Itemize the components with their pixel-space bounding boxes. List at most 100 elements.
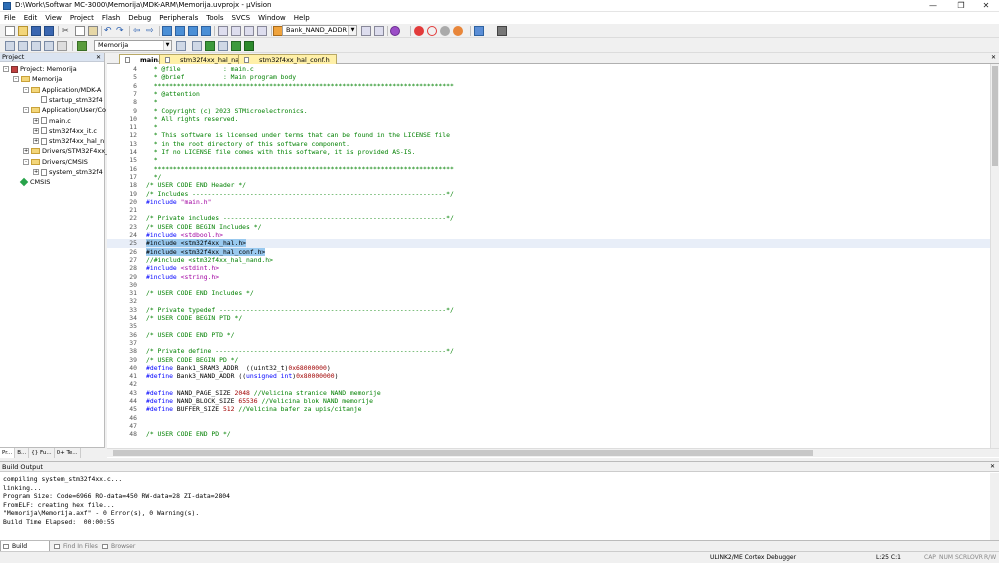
restore-icon[interactable]: ❐: [948, 0, 974, 12]
code-line[interactable]: 47: [107, 422, 995, 430]
breakpoint-icon[interactable]: [414, 26, 424, 36]
menu-flash[interactable]: Flash: [98, 12, 124, 24]
menu-peripherals[interactable]: Peripherals: [155, 12, 202, 24]
vertical-scrollbar[interactable]: [990, 64, 999, 448]
code-line[interactable]: 13 * in the root directory of this softw…: [107, 140, 995, 148]
target-combo[interactable]: Bank_NAND_ADDR ▼: [282, 25, 357, 36]
code-line[interactable]: 41 #define Bank3_NAND_ADDR ((unsigned int…: [107, 372, 995, 380]
code-line[interactable]: 32: [107, 297, 995, 305]
collapse-icon[interactable]: -: [23, 107, 29, 114]
tree-item[interactable]: CMSIS: [13, 177, 50, 187]
code-line[interactable]: 48 /* USER CODE END PD */: [107, 430, 995, 438]
code-line[interactable]: 5 * @brief : Main program body: [107, 73, 995, 81]
minimize-icon[interactable]: —: [920, 0, 946, 12]
window-layout-icon[interactable]: [474, 26, 484, 36]
find-in-files-icon[interactable]: [361, 26, 371, 36]
menu-window[interactable]: Window: [254, 12, 290, 24]
code-line[interactable]: 39 /* USER CODE BEGIN PD */: [107, 356, 995, 364]
code-line[interactable]: 44 #define NAND_BLOCK_SIZE 65536 //Velici…: [107, 397, 995, 405]
disable-all-breakpoints-icon[interactable]: [440, 26, 450, 36]
expand-icon[interactable]: +: [33, 138, 39, 145]
code-line[interactable]: 31 /* USER CODE END Includes */: [107, 289, 995, 297]
unindent-icon[interactable]: [231, 26, 241, 36]
tree-item[interactable]: - Application/User/Co: [23, 105, 106, 115]
tab-project[interactable]: Pr...: [0, 448, 16, 458]
code-line[interactable]: 36 /* USER CODE END PTD */: [107, 331, 995, 339]
code-line[interactable]: 11 *: [107, 123, 995, 131]
code-line[interactable]: 23 /* USER CODE BEGIN Includes */: [107, 223, 995, 231]
menu-file[interactable]: File: [0, 12, 20, 24]
code-area[interactable]: 4 * @file : main.c 5 * @brief : Main prog…: [107, 64, 995, 448]
code-line[interactable]: 42: [107, 380, 995, 388]
code-line[interactable]: 15 *: [107, 156, 995, 164]
close-icon[interactable]: ✕: [991, 54, 996, 61]
code-line[interactable]: 46: [107, 414, 995, 422]
project-target-combo[interactable]: Memorija ▼: [94, 40, 172, 51]
tree-item[interactable]: + stm32f4xx_it.c: [33, 126, 97, 136]
code-line[interactable]: 14 * If no LICENSE file comes with this …: [107, 148, 995, 156]
code-line[interactable]: 22 /* Private includes ------------------…: [107, 214, 995, 222]
cut-icon[interactable]: ✂: [62, 26, 72, 36]
code-line[interactable]: 30: [107, 281, 995, 289]
open-file-icon[interactable]: [18, 26, 28, 36]
code-line[interactable]: 7 * @attention: [107, 90, 995, 98]
code-line[interactable]: 17 */: [107, 173, 995, 181]
code-line[interactable]: 37: [107, 339, 995, 347]
code-line[interactable]: 19 /* Includes --------------------------…: [107, 190, 995, 198]
cube-mx-icon[interactable]: [244, 41, 254, 51]
download-icon[interactable]: [77, 41, 87, 51]
code-line[interactable]: 38 /* Private define --------------------…: [107, 347, 995, 355]
code-line[interactable]: 4 * @file : main.c: [107, 65, 995, 73]
expand-icon[interactable]: +: [33, 117, 39, 124]
code-line[interactable]: 25 #include <stm32f4xx_hal.h>: [107, 239, 995, 248]
nav-forward-icon[interactable]: ⇨: [146, 26, 156, 36]
expand-icon[interactable]: +: [23, 148, 29, 155]
clear-bookmarks-icon[interactable]: [201, 26, 211, 36]
collapse-icon[interactable]: -: [23, 86, 29, 93]
tree-item[interactable]: + Drivers/STM32F4xx_: [23, 146, 108, 156]
save-all-icon[interactable]: [44, 26, 54, 36]
menu-debug[interactable]: Debug: [124, 12, 155, 24]
prev-bookmark-icon[interactable]: [175, 26, 185, 36]
redo-icon[interactable]: ↷: [116, 26, 126, 36]
code-line[interactable]: 18 /* USER CODE END Header */: [107, 181, 995, 189]
tree-item[interactable]: - Memorija: [13, 74, 62, 84]
code-line[interactable]: 29 #include <string.h>: [107, 273, 995, 281]
translate-icon[interactable]: [5, 41, 15, 51]
menu-project[interactable]: Project: [66, 12, 98, 24]
close-icon[interactable]: ✕: [973, 0, 999, 12]
bookmark-icon[interactable]: [162, 26, 172, 36]
tab-functions[interactable]: {} Fu...: [29, 448, 55, 458]
scrollbar-thumb[interactable]: [113, 450, 813, 456]
close-icon[interactable]: ✕: [96, 53, 101, 62]
build-output-text[interactable]: compiling system_stm32f4xx.c... linking..…: [0, 472, 999, 538]
tree-item[interactable]: - Project: Memorija: [3, 64, 77, 74]
uncomment-icon[interactable]: [257, 26, 267, 36]
collapse-icon[interactable]: -: [23, 158, 29, 165]
code-line[interactable]: 8 *: [107, 98, 995, 106]
tree-item[interactable]: startup_stm32f4: [33, 95, 103, 105]
close-icon[interactable]: ✕: [990, 462, 995, 472]
paste-icon[interactable]: [88, 26, 98, 36]
undo-icon[interactable]: ↶: [104, 26, 114, 36]
rebuild-icon[interactable]: [31, 41, 41, 51]
code-line[interactable]: 12 * This software is licensed under ter…: [107, 131, 995, 139]
tree-item[interactable]: + main.c: [33, 116, 71, 126]
incremental-find-icon[interactable]: [374, 26, 384, 36]
new-file-icon[interactable]: [5, 26, 15, 36]
select-packs-icon[interactable]: [231, 41, 241, 51]
pack-installer-icon[interactable]: [218, 41, 228, 51]
expand-icon[interactable]: +: [33, 127, 39, 134]
debug-session-icon[interactable]: [390, 26, 400, 36]
stop-build-icon[interactable]: [57, 41, 67, 51]
expand-icon[interactable]: +: [33, 169, 39, 175]
code-line[interactable]: 6 **************************************…: [107, 82, 995, 90]
build-icon[interactable]: [18, 41, 28, 51]
code-line[interactable]: 34 /* USER CODE BEGIN PTD */: [107, 314, 995, 322]
code-line[interactable]: 40 #define Bank1_SRAM3_ADDR ((uint32_t)0x…: [107, 364, 995, 372]
horizontal-scrollbar[interactable]: [107, 448, 999, 457]
comment-icon[interactable]: [244, 26, 254, 36]
menu-tools[interactable]: Tools: [202, 12, 227, 24]
code-line[interactable]: 26 #include <stm32f4xx_hal_conf.h>: [107, 247, 995, 256]
copy-icon[interactable]: [75, 26, 85, 36]
